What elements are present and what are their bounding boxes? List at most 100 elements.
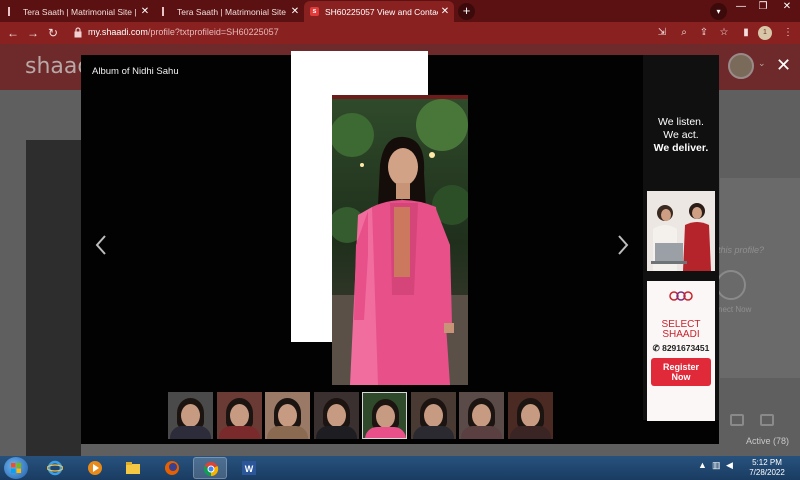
windows-logo-icon xyxy=(11,463,21,473)
photo-thumbnail[interactable] xyxy=(265,392,310,439)
media-player-icon xyxy=(88,461,102,475)
user-avatar[interactable] xyxy=(728,53,754,79)
photo-thumbnail[interactable] xyxy=(168,392,213,439)
bookmark-star-icon[interactable]: ☆ xyxy=(716,25,732,41)
url-text: my.shaadi.com/profile?txtprofileid=SH602… xyxy=(88,27,279,37)
lock-icon xyxy=(74,27,82,38)
photo-thumbnail[interactable] xyxy=(507,392,553,439)
phone-icon: ✆ xyxy=(652,343,663,353)
clock-time: 5:12 PM xyxy=(752,458,782,467)
ad-photo xyxy=(647,191,715,271)
profile-avatar[interactable]: 1 xyxy=(758,26,772,40)
volume-icon[interactable]: ◀ xyxy=(726,460,733,471)
internet-explorer-icon xyxy=(47,460,63,476)
tab-close-icon[interactable]: ✕ xyxy=(288,6,302,17)
thumbnail-body xyxy=(412,426,454,439)
url-path: /profile?txtprofileid=SH60225057 xyxy=(147,27,279,37)
ad-card: SELECT SHAADI ✆ 8291673451 Register Now xyxy=(647,281,715,421)
taskbar-file-explorer[interactable] xyxy=(116,457,150,479)
side-panel-icon[interactable]: ▮ xyxy=(738,25,754,41)
ad-line-3: We deliver. xyxy=(653,142,709,154)
restore-icon[interactable]: ❐ xyxy=(752,0,774,16)
tab-search-chevron-icon[interactable]: ▾ xyxy=(710,3,727,20)
new-tab-button[interactable]: + xyxy=(458,3,475,20)
thumbnail-face xyxy=(376,405,395,428)
connect-icon[interactable] xyxy=(716,270,746,300)
album-title: Album of Nidhi Sahu xyxy=(92,66,179,77)
register-line-1: Register xyxy=(662,362,699,372)
tab-shaadi-profile[interactable]: s SH60225057 View and Contact H ✕ xyxy=(304,1,454,22)
print-icon[interactable] xyxy=(760,414,774,426)
active-chat-count[interactable]: Active (78) xyxy=(746,436,789,446)
share-profile-icon[interactable] xyxy=(730,414,744,426)
taskbar-firefox[interactable] xyxy=(155,457,189,479)
photo-stage xyxy=(291,51,468,389)
start-button[interactable] xyxy=(4,457,28,479)
tab-tera-saath-2[interactable]: Tera Saath | Matrimonial Site | Be ✕ xyxy=(156,1,304,22)
back-arrow-icon[interactable]: ← xyxy=(5,25,21,41)
window-close-icon[interactable]: ✕ xyxy=(776,0,798,16)
thumbnail-body xyxy=(315,426,357,439)
tab-title: SH60225057 View and Contact H xyxy=(325,6,438,17)
tera-saath-favicon-icon xyxy=(8,7,17,16)
taskbar-chrome[interactable] xyxy=(193,457,227,479)
thumbnail-face xyxy=(278,404,297,427)
photo-thumbnail[interactable] xyxy=(216,392,262,439)
close-lightbox-icon[interactable]: ✕ xyxy=(776,56,791,74)
reload-icon[interactable]: ↻ xyxy=(45,25,61,41)
thumbnail-face xyxy=(472,404,491,427)
thumbnail-strip xyxy=(168,392,558,440)
forward-arrow-icon[interactable]: → xyxy=(25,25,41,41)
thumbnail-body xyxy=(170,426,211,439)
network-icon[interactable]: ▥ xyxy=(712,460,721,471)
tab-title: Tera Saath | Matrimonial Site | Be xyxy=(23,6,138,17)
thumbnail-body xyxy=(365,427,406,438)
select-shaadi-ad[interactable]: We listen. We act. We deliver. SELECT SH… xyxy=(643,55,719,421)
system-clock[interactable]: 5:12 PM 7/28/2022 xyxy=(740,458,794,478)
ad-women-laptop-image xyxy=(647,191,715,271)
register-now-button[interactable]: Register Now xyxy=(651,358,711,386)
photo-thumbnail[interactable] xyxy=(313,392,359,439)
next-photo-icon[interactable] xyxy=(615,233,631,257)
browser-toolbar: ← → ↻ my.shaadi.com/profile?txtprofileid… xyxy=(0,22,800,44)
thumbnail-face xyxy=(326,404,346,427)
ad-line-2: We act. xyxy=(663,129,699,141)
tray-up-arrow-icon[interactable]: ▲ xyxy=(698,460,707,470)
minimize-icon[interactable]: — xyxy=(730,0,752,16)
ad-brand: SELECT SHAADI xyxy=(647,320,715,340)
profile-main-photo xyxy=(26,140,81,456)
share-icon[interactable]: ⇪ xyxy=(696,25,712,41)
thumbnail-body xyxy=(509,426,551,439)
taskbar-media-player[interactable] xyxy=(78,457,112,479)
windows-taskbar: W ▲ ▥ ◀ 5:12 PM 7/28/2022 xyxy=(0,456,800,480)
main-photo xyxy=(332,95,468,385)
thumbnail-face xyxy=(423,404,443,427)
thumbnail-body xyxy=(218,426,260,439)
register-line-2: Now xyxy=(671,372,691,382)
thumbnail-face xyxy=(520,404,540,427)
photo-thumbnail[interactable] xyxy=(410,392,456,439)
more-menu-icon[interactable]: ⋮ xyxy=(780,25,796,41)
install-app-icon[interactable]: ⇲ xyxy=(654,25,670,41)
tab-tera-saath-1[interactable]: Tera Saath | Matrimonial Site | Be ✕ xyxy=(2,1,154,22)
taskbar-word[interactable]: W xyxy=(232,457,266,479)
address-bar[interactable]: my.shaadi.com/profile?txtprofileid=SH602… xyxy=(70,24,730,42)
chevron-down-icon[interactable]: ⌄ xyxy=(758,58,766,69)
shaadi-favicon-icon: s xyxy=(310,7,319,16)
ad-phone: ✆ 8291673451 xyxy=(647,343,715,354)
firefox-icon xyxy=(165,461,179,475)
previous-photo-icon[interactable] xyxy=(93,233,109,257)
thumbnail-body xyxy=(461,426,502,439)
thumbnail-body xyxy=(267,426,308,439)
photo-thumbnail[interactable] xyxy=(459,392,504,439)
tab-close-icon[interactable]: ✕ xyxy=(438,6,452,17)
zoom-icon[interactable]: ⌕ xyxy=(676,25,692,41)
thumbnail-face xyxy=(229,404,249,427)
connect-now-link[interactable]: nect Now xyxy=(718,305,751,314)
tab-close-icon[interactable]: ✕ xyxy=(138,6,152,17)
ad-line-1: We listen. xyxy=(658,116,704,128)
photo-thumbnail[interactable] xyxy=(362,392,407,439)
browser-tab-strip: Tera Saath | Matrimonial Site | Be ✕ Ter… xyxy=(0,0,800,22)
clock-date: 7/28/2022 xyxy=(749,468,785,477)
taskbar-internet-explorer[interactable] xyxy=(38,457,72,479)
